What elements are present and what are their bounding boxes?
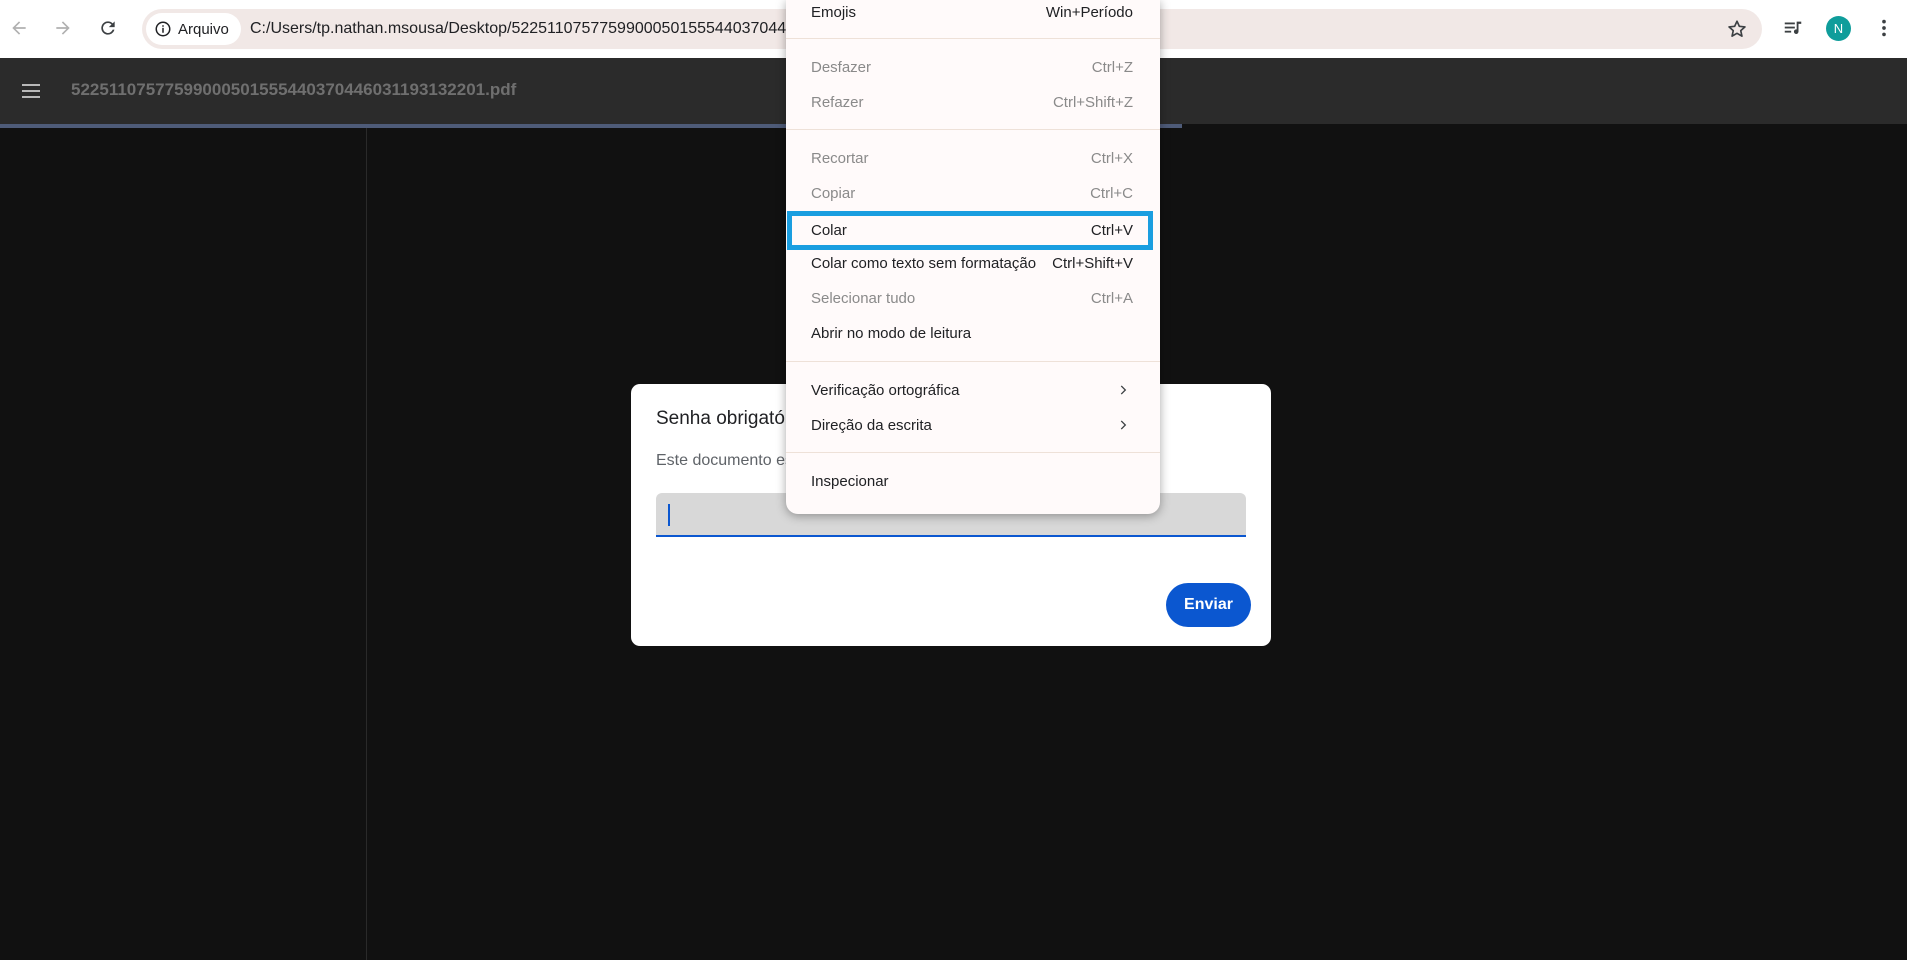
profile-avatar[interactable]: N: [1826, 16, 1851, 41]
menu-item-paste[interactable]: Colar Ctrl+V: [787, 211, 1153, 250]
menu-item-redo[interactable]: Refazer Ctrl+Shift+Z: [786, 85, 1160, 120]
menu-item-reading-mode[interactable]: Abrir no modo de leitura: [786, 316, 1160, 351]
chevron-right-icon: [1120, 420, 1127, 430]
menu-item-paste-plain-text[interactable]: Colar como texto sem formatação Ctrl+Shi…: [786, 246, 1160, 281]
site-info-chip[interactable]: Arquivo: [146, 13, 241, 45]
menu-item-copy[interactable]: Copiar Ctrl+C: [786, 176, 1160, 211]
menu-separator: [786, 38, 1160, 39]
menu-item-writing-direction[interactable]: Direção da escrita: [786, 408, 1160, 443]
arrow-left-icon: [12, 21, 26, 35]
media-control-button[interactable]: [1780, 15, 1806, 41]
text-caret: [668, 504, 670, 526]
menu-separator: [786, 452, 1160, 453]
menu-item-undo[interactable]: Desfazer Ctrl+Z: [786, 50, 1160, 85]
menu-icon[interactable]: [20, 81, 44, 101]
menu-item-select-all[interactable]: Selecionar tudo Ctrl+A: [786, 281, 1160, 316]
back-button[interactable]: [2, 11, 36, 45]
context-menu: Emojis Win+Período Desfazer Ctrl+Z Refaz…: [786, 0, 1160, 514]
menu-separator: [786, 361, 1160, 362]
menu-item-emojis[interactable]: Emojis Win+Período: [786, 0, 1160, 30]
sidebar-divider: [366, 128, 367, 960]
chevron-right-icon: [1120, 385, 1127, 395]
submit-button[interactable]: Enviar: [1166, 583, 1251, 627]
menu-separator: [786, 129, 1160, 130]
browser-menu-button[interactable]: [1871, 15, 1897, 41]
reload-icon: [101, 21, 115, 35]
arrow-right-icon: [56, 21, 70, 35]
playlist-music-icon: [1784, 21, 1802, 34]
bookmark-star-icon[interactable]: [1726, 18, 1748, 40]
reload-button[interactable]: [91, 11, 125, 45]
pdf-title: 5225110757759900050155544037044603119313…: [71, 80, 517, 99]
info-icon: [155, 21, 171, 37]
menu-item-inspect[interactable]: Inspecionar: [786, 464, 1160, 499]
more-vertical-icon: [1882, 19, 1886, 37]
site-chip-label: Arquivo: [178, 20, 229, 38]
forward-button[interactable]: [46, 11, 80, 45]
menu-item-cut[interactable]: Recortar Ctrl+X: [786, 141, 1160, 176]
dialog-title: Senha obrigatória: [656, 408, 806, 429]
menu-item-spellcheck[interactable]: Verificação ortográfica: [786, 373, 1160, 408]
